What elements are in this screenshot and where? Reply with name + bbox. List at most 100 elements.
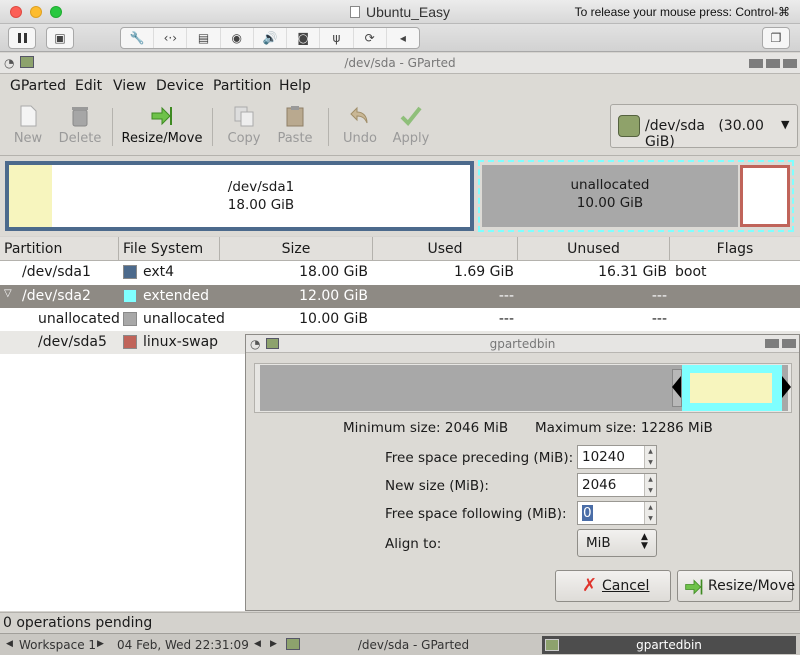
cell-used: 1.69 GiB: [454, 264, 514, 280]
snapshot-icon: ▣: [54, 31, 66, 45]
device-selector[interactable]: /dev/sda (30.00 GiB) ▼: [610, 104, 798, 150]
minimize-button[interactable]: [749, 59, 763, 68]
paste-button[interactable]: Paste: [272, 102, 318, 152]
table-row[interactable]: unallocated unallocated 10.00 GiB --- --…: [0, 308, 800, 331]
speaker-icon[interactable]: 🔊: [254, 28, 288, 48]
menu-partition[interactable]: Partition: [213, 78, 271, 94]
maximize-button[interactable]: [766, 59, 780, 68]
resize-move-label: Resize/Move: [121, 131, 203, 146]
menu-help[interactable]: Help: [279, 78, 311, 94]
maximize-button[interactable]: [765, 339, 779, 348]
sda1-size: 18.00 GiB: [227, 197, 295, 213]
align-select[interactable]: MiB ▲ ▼: [577, 529, 657, 557]
network-icon[interactable]: ‹·›: [154, 28, 188, 48]
table-row[interactable]: ▽ /dev/sda2 extended 12.00 GiB --- ---: [0, 285, 800, 308]
partition-block-extended[interactable]: unallocated 10.00 GiB: [478, 160, 794, 232]
fs-color-swatch: [123, 265, 137, 279]
mac-title-bar: Ubuntu_Easy To release your mouse press:…: [0, 0, 800, 24]
free-preceding-value: 10240: [582, 449, 625, 465]
menu-gparted[interactable]: GParted: [10, 78, 66, 94]
resize-left-arrow-icon[interactable]: [672, 376, 681, 398]
menu-device[interactable]: Device: [156, 78, 204, 94]
menu-bar: GParted Edit View Device Partition Help: [0, 74, 800, 98]
paste-label: Paste: [277, 131, 313, 146]
collapse-triangle-icon[interactable]: ▽: [4, 288, 12, 299]
undo-button[interactable]: Undo: [338, 102, 382, 152]
free-preceding-input[interactable]: 10240 ▲ ▼: [577, 445, 657, 469]
task-next-icon[interactable]: ▶: [270, 639, 277, 649]
delete-label: Delete: [58, 131, 102, 146]
new-button[interactable]: New: [8, 102, 48, 152]
close-button[interactable]: [782, 339, 796, 348]
snapshot-button[interactable]: ▣: [46, 27, 74, 49]
camera-icon[interactable]: ◙: [287, 28, 321, 48]
partition-outline[interactable]: [682, 365, 782, 411]
disc-icon[interactable]: ◉: [221, 28, 254, 48]
resize-move-confirm-label: Resize/Move: [708, 578, 796, 594]
apply-label: Apply: [392, 131, 430, 146]
resize-right-arrow-icon[interactable]: [782, 376, 791, 398]
wrench-icon[interactable]: 🔧: [121, 28, 155, 48]
apply-button[interactable]: Apply: [388, 102, 434, 152]
chevron-left-icon[interactable]: ◂: [387, 28, 419, 48]
resize-move-button[interactable]: Resize/Move: [120, 102, 204, 152]
col-size[interactable]: Size: [220, 237, 373, 261]
free-following-input[interactable]: 0 ▲ ▼: [577, 501, 657, 525]
cancel-button[interactable]: ✗ Cancel: [555, 570, 671, 602]
task-gpartedbin[interactable]: gpartedbin: [542, 636, 796, 654]
delete-button[interactable]: Delete: [56, 102, 104, 152]
cell-used: ---: [498, 311, 514, 327]
menu-view[interactable]: View: [113, 78, 146, 94]
toolbar-separator: [112, 108, 113, 146]
task-gparted-label: /dev/sda - GParted: [357, 638, 470, 652]
undo-icon: [350, 106, 368, 124]
copy-button[interactable]: Copy: [222, 102, 266, 152]
partition-block-sda5[interactable]: [740, 165, 790, 227]
table-row[interactable]: /dev/sda1 ext4 18.00 GiB 1.69 GiB 16.31 …: [0, 261, 800, 284]
col-partition[interactable]: Partition: [0, 237, 119, 261]
col-used[interactable]: Used: [373, 237, 518, 261]
usb-icon[interactable]: ψ: [320, 28, 354, 48]
cell-size: 10.00 GiB: [299, 311, 368, 327]
fullscreen-button[interactable]: ❐: [762, 27, 790, 49]
new-size-input[interactable]: 2046 ▲ ▼: [577, 473, 657, 497]
menu-edit[interactable]: Edit: [75, 78, 102, 94]
disk-graph: /dev/sda1 18.00 GiB unallocated 10.00 Gi…: [0, 156, 800, 236]
hard-disk-icon[interactable]: ▤: [187, 28, 221, 48]
cell-unused: ---: [651, 311, 667, 327]
dialog-title-bar: ◔ gpartedbin: [246, 335, 799, 353]
dialog-title: gpartedbin: [489, 337, 556, 351]
partition-block-sda1[interactable]: /dev/sda1 18.00 GiB: [5, 161, 474, 231]
close-button[interactable]: [783, 59, 797, 68]
col-unused[interactable]: Unused: [518, 237, 670, 261]
workspace-label[interactable]: Workspace 1: [19, 638, 96, 652]
workspace-next-icon[interactable]: ▶: [97, 639, 104, 649]
spin-arrows-icon[interactable]: ▲ ▼: [644, 502, 656, 524]
cell-partition: unallocated: [38, 311, 120, 327]
resize-move-confirm-button[interactable]: Resize/Move: [677, 570, 796, 602]
col-filesystem[interactable]: File System: [119, 237, 220, 261]
partition-used: [690, 373, 772, 403]
task-prev-icon[interactable]: ◀: [254, 639, 261, 649]
spin-arrows-icon[interactable]: ▲ ▼: [644, 474, 656, 496]
hard-disk-icon: [618, 115, 640, 137]
task-gparted[interactable]: /dev/sda - GParted: [286, 637, 541, 653]
windows-icon: ❐: [770, 31, 782, 45]
cancel-label: Cancel: [602, 578, 650, 594]
workspace-prev-icon[interactable]: ◀: [6, 639, 13, 649]
col-flags[interactable]: Flags: [670, 237, 800, 261]
gparted-title-bar: ◔ /dev/sda - GParted: [0, 53, 800, 74]
spin-arrows-icon[interactable]: ▲ ▼: [644, 446, 656, 468]
vm-doc-icon: [349, 6, 360, 18]
cell-used: ---: [498, 288, 514, 304]
refresh-icon[interactable]: ⟳: [354, 28, 387, 48]
pause-button[interactable]: [8, 27, 36, 49]
cell-flags: boot: [675, 264, 707, 280]
cell-partition: /dev/sda5: [38, 334, 107, 350]
cell-size: 18.00 GiB: [299, 264, 368, 280]
resize-dialog: ◔ gpartedbin Minimum size: 2046 MiB Maxi…: [245, 334, 800, 611]
partition-block-unallocated[interactable]: unallocated 10.00 GiB: [482, 165, 738, 227]
vm-toolbar: ▣ 🔧 ‹·› ▤ ◉ 🔊 ◙ ψ ⟳ ◂ ❐: [0, 24, 800, 52]
sda1-name: /dev/sda1: [227, 179, 295, 195]
resize-slider[interactable]: [254, 363, 792, 413]
